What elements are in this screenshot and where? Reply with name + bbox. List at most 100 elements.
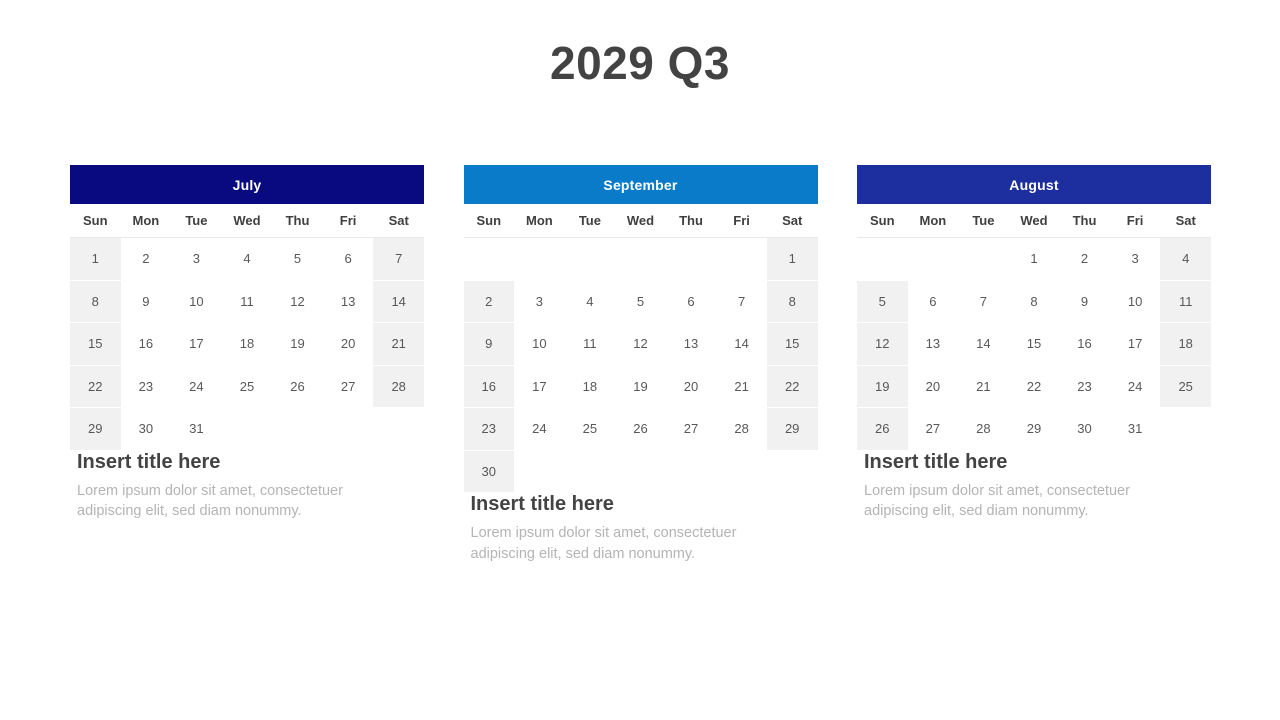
calendar-july-day-31[interactable]: 31 — [171, 407, 222, 451]
calendar-september-day-3[interactable]: 3 — [514, 280, 565, 323]
calendar-august-day-16[interactable]: 16 — [1059, 322, 1110, 366]
calendar-september-day-6[interactable]: 6 — [665, 280, 717, 323]
caption-august-title: Insert title here — [864, 450, 1008, 473]
calendar-august-day-10[interactable]: 10 — [1109, 280, 1161, 323]
calendar-september-day-1[interactable]: 1 — [766, 237, 818, 281]
calendar-september-day-11[interactable]: 11 — [564, 322, 616, 366]
calendar-july-day-10[interactable]: 10 — [171, 280, 222, 323]
calendar-august-day-19[interactable]: 19 — [857, 365, 908, 408]
calendar-august-day-13[interactable]: 13 — [907, 322, 959, 366]
calendar-september-day-15[interactable]: 15 — [766, 322, 818, 366]
calendar-july-day-9[interactable]: 9 — [120, 280, 172, 323]
calendar-july-day-22[interactable]: 22 — [70, 365, 121, 408]
calendar-september-day-12[interactable]: 12 — [615, 322, 666, 366]
calendar-august-day-4[interactable]: 4 — [1160, 237, 1211, 281]
calendar-september-day-19[interactable]: 19 — [615, 365, 666, 408]
calendar-september-day-10[interactable]: 10 — [514, 322, 565, 366]
caption-august-body: Lorem ipsum dolor sit amet, consectetuer… — [864, 482, 1130, 520]
calendar-july-day-29[interactable]: 29 — [70, 407, 121, 451]
calendar-august-day-26[interactable]: 26 — [857, 407, 908, 451]
calendar-september-day-5[interactable]: 5 — [615, 280, 666, 323]
calendar-august-day-1[interactable]: 1 — [1008, 237, 1060, 281]
calendar-july-day-15[interactable]: 15 — [70, 322, 121, 366]
calendar-july-day-24[interactable]: 24 — [171, 365, 222, 408]
calendar-august-day-24[interactable]: 24 — [1109, 365, 1161, 408]
calendar-september-day-21[interactable]: 21 — [716, 365, 767, 408]
calendar-september-day-30[interactable]: 30 — [463, 450, 515, 493]
calendar-july-day-4[interactable]: 4 — [221, 237, 273, 281]
calendar-july-dayname-wed: Wed — [221, 204, 273, 238]
calendar-august-day-18[interactable]: 18 — [1160, 322, 1211, 366]
calendar-august-day-21[interactable]: 21 — [958, 365, 1009, 408]
calendar-september-day-8[interactable]: 8 — [766, 280, 818, 323]
calendar-july-day-13[interactable]: 13 — [322, 280, 374, 323]
calendar-july-day-27[interactable]: 27 — [322, 365, 374, 408]
calendar-september-day-29[interactable]: 29 — [766, 407, 818, 451]
calendar-september-day-16[interactable]: 16 — [463, 365, 515, 408]
calendar-august-day-25[interactable]: 25 — [1160, 365, 1211, 408]
calendar-august-day-9[interactable]: 9 — [1059, 280, 1110, 323]
calendar-september-day-24[interactable]: 24 — [514, 407, 565, 451]
calendar-september-day-2[interactable]: 2 — [463, 280, 515, 323]
calendar-september-dayname-mon: Mon — [514, 204, 565, 238]
calendar-august-day-17[interactable]: 17 — [1109, 322, 1161, 366]
calendar-september-day-14[interactable]: 14 — [716, 322, 767, 366]
calendar-july-day-26[interactable]: 26 — [272, 365, 323, 408]
calendar-september-day-23[interactable]: 23 — [463, 407, 515, 451]
calendar-july-day-6[interactable]: 6 — [322, 237, 374, 281]
calendar-august-day-23[interactable]: 23 — [1059, 365, 1110, 408]
calendar-july-day-1[interactable]: 1 — [70, 237, 121, 281]
calendar-august-day-22[interactable]: 22 — [1008, 365, 1060, 408]
calendar-july-day-20[interactable]: 20 — [322, 322, 374, 366]
calendar-july-day-11[interactable]: 11 — [221, 280, 273, 323]
calendar-september-day-7[interactable]: 7 — [716, 280, 767, 323]
calendar-july-day-21[interactable]: 21 — [373, 322, 424, 366]
calendar-august-day-15[interactable]: 15 — [1008, 322, 1060, 366]
calendar-july-day-17[interactable]: 17 — [171, 322, 222, 366]
calendar-august-day-14[interactable]: 14 — [958, 322, 1009, 366]
calendar-july-day-16[interactable]: 16 — [120, 322, 172, 366]
calendar-july-day-12[interactable]: 12 — [272, 280, 323, 323]
calendar-july-day-25[interactable]: 25 — [221, 365, 273, 408]
slide-canvas: 2029 Q3 July Sun Mon Tue Wed Thu Fri Sat 12345… — [0, 0, 1280, 720]
calendar-july-day-7[interactable]: 7 — [373, 237, 424, 281]
calendar-september-day-17[interactable]: 17 — [514, 365, 565, 408]
calendar-september-day-28[interactable]: 28 — [716, 407, 767, 451]
calendar-september-day-13[interactable]: 13 — [665, 322, 717, 366]
calendar-august-day-7[interactable]: 7 — [958, 280, 1009, 323]
calendar-july-day-2[interactable]: 2 — [120, 237, 172, 281]
calendar-september-day-25[interactable]: 25 — [564, 407, 616, 451]
calendar-august-day-8[interactable]: 8 — [1008, 280, 1060, 323]
calendar-august-day-31[interactable]: 31 — [1109, 407, 1161, 451]
calendar-august-day-11[interactable]: 11 — [1160, 280, 1211, 323]
calendar-september-day-18[interactable]: 18 — [564, 365, 616, 408]
calendar-july-day-5[interactable]: 5 — [272, 237, 323, 281]
calendar-july-day-3[interactable]: 3 — [171, 237, 222, 281]
calendar-july-day-28[interactable]: 28 — [373, 365, 424, 408]
calendar-july-day-30[interactable]: 30 — [120, 407, 172, 451]
calendar-july-day-14[interactable]: 14 — [373, 280, 424, 323]
calendar-august-day-6[interactable]: 6 — [907, 280, 959, 323]
calendar-august-day-30[interactable]: 30 — [1059, 407, 1110, 451]
calendar-july-day-8[interactable]: 8 — [70, 280, 121, 323]
calendar-september-day-22[interactable]: 22 — [766, 365, 818, 408]
calendar-august-day-5[interactable]: 5 — [857, 280, 908, 323]
calendar-september-day-4[interactable]: 4 — [564, 280, 616, 323]
calendar-july-day-18[interactable]: 18 — [221, 322, 273, 366]
calendar-august-day-28[interactable]: 28 — [958, 407, 1009, 451]
calendar-september-day-27[interactable]: 27 — [665, 407, 717, 451]
calendar-july-day-23[interactable]: 23 — [120, 365, 172, 408]
calendar-september-day-26[interactable]: 26 — [615, 407, 666, 451]
calendar-august-day-12[interactable]: 12 — [857, 322, 908, 366]
calendar-september-day-20[interactable]: 20 — [665, 365, 717, 408]
calendar-september-day-empty — [766, 450, 818, 493]
calendar-august-day-27[interactable]: 27 — [907, 407, 959, 451]
calendar-july-day-empty — [272, 407, 323, 451]
calendar-august-day-3[interactable]: 3 — [1109, 237, 1161, 281]
calendar-august-day-29[interactable]: 29 — [1008, 407, 1060, 451]
calendar-september-day-9[interactable]: 9 — [463, 322, 515, 366]
calendar-august-day-2[interactable]: 2 — [1059, 237, 1110, 281]
calendar-july-week-row: 15 16 17 18 19 20 21 — [70, 322, 424, 366]
calendar-july-day-19[interactable]: 19 — [272, 322, 323, 366]
calendar-august-day-20[interactable]: 20 — [907, 365, 959, 408]
